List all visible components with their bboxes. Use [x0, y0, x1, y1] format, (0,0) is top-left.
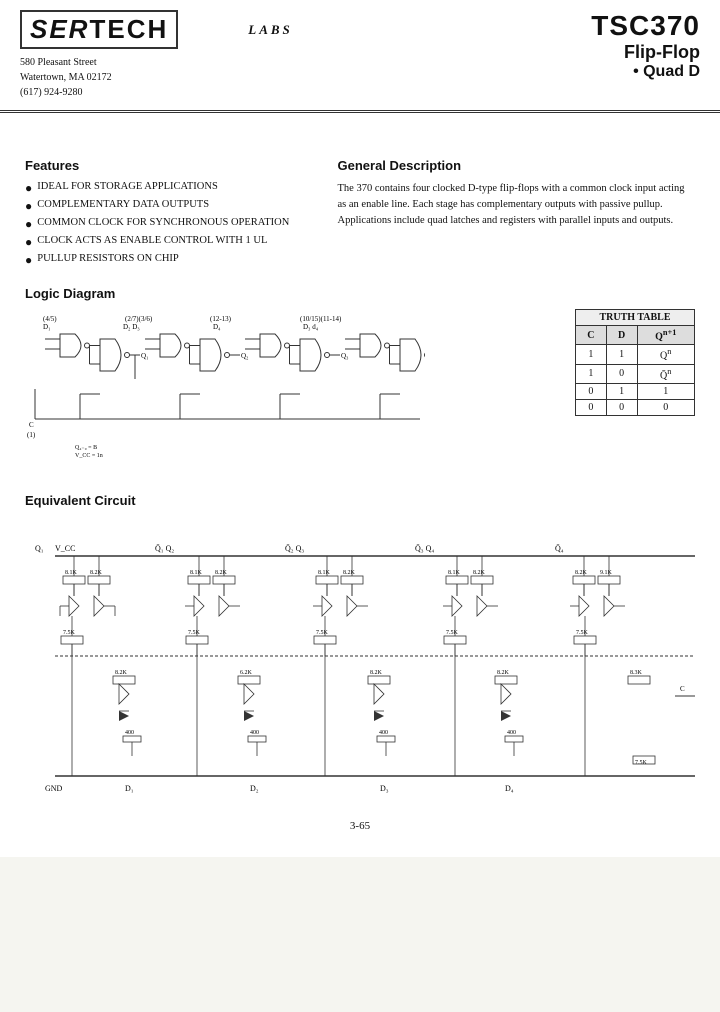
svg-text:400: 400 [379, 730, 388, 736]
tt-header-c: C [576, 326, 607, 345]
equiv-svg-wrap: Q₁ V_CC Q̄₁ Q₂ Q̄₂ Q₃ Q̄₃ Q₄ Q̄₄ GND D₁ … [25, 516, 695, 800]
features-title: Features [25, 158, 318, 173]
svg-text:8.2K: 8.2K [473, 570, 486, 576]
main-content: Features ●IDEAL FOR STORAGE APPLICATIONS… [0, 113, 720, 857]
part-number: TSC370 [591, 10, 700, 42]
svg-text:8.3K: 8.3K [630, 670, 643, 676]
truth-table: C D Qn+1 1 1 Qn 1 0 [575, 325, 695, 416]
description-text: The 370 contains four clocked D-type fli… [338, 181, 696, 228]
svg-text:GND: GND [45, 784, 63, 793]
svg-text:(12-13): (12-13) [210, 315, 232, 323]
equiv-circuit-svg: Q₁ V_CC Q̄₁ Q₂ Q̄₂ Q₃ Q̄₃ Q₄ Q̄₄ GND D₁ … [25, 516, 695, 796]
svg-text:Q₁: Q₁ [141, 352, 149, 360]
description-column: General Description The 370 contains fou… [338, 158, 696, 271]
logic-diagram-svg: (4/5) D₁ (2/7)(3/6) D₂ D₃ (12-13) D₄ (10… [25, 309, 425, 469]
svg-text:7.5K: 7.5K [635, 760, 648, 766]
svg-text:D₁: D₁ [125, 784, 134, 793]
svg-text:8.2K: 8.2K [575, 570, 588, 576]
svg-text:7.5K: 7.5K [446, 630, 459, 636]
features-description-row: Features ●IDEAL FOR STORAGE APPLICATIONS… [25, 158, 695, 271]
table-row: 0 1 1 [576, 383, 695, 399]
svg-text:V_CC: V_CC [55, 544, 75, 553]
svg-text:D₁: D₁ [43, 323, 51, 331]
equivalent-circuit-section: Equivalent Circuit Q₁ V_CC Q̄₁ Q₂ Q̄₂ Q₃… [25, 493, 695, 800]
list-item: ●CLOCK ACTS AS ENABLE CONTROL WITH 1 UL [25, 235, 318, 250]
logic-diagram-title: Logic Diagram [25, 286, 695, 301]
svg-text:Q₁: Q₁ [35, 544, 44, 553]
svg-text:8.2K: 8.2K [215, 570, 228, 576]
logo-area: SERTECH LABS 580 Pleasant Street Waterto… [20, 10, 293, 100]
svg-text:8.2K: 8.2K [370, 670, 383, 676]
company-address: 580 Pleasant Street Watertown, MA 02172 … [20, 55, 293, 100]
svg-text:7.5K: 7.5K [63, 630, 76, 636]
svg-text:7.5K: 7.5K [316, 630, 329, 636]
svg-text:8.1K: 8.1K [190, 570, 203, 576]
svg-text:8.2K: 8.2K [497, 670, 510, 676]
list-item: ●COMMON CLOCK FOR SYNCHRONOUS OPERATION [25, 217, 318, 232]
list-item: ●IDEAL FOR STORAGE APPLICATIONS [25, 181, 318, 196]
svg-text:6.2K: 6.2K [240, 670, 253, 676]
table-row: 1 1 Qn [576, 345, 695, 364]
svg-text:8.2K: 8.2K [115, 670, 128, 676]
diagram-area: (4/5) D₁ (2/7)(3/6) D₂ D₃ (12-13) D₄ (10… [25, 309, 695, 473]
part-info: TSC370 Flip-Flop • Quad D [591, 10, 700, 81]
svg-text:D₂ D₃: D₂ D₃ [123, 323, 140, 331]
truth-table-wrap: TRUTH TABLE C D Qn+1 1 1 Qn [575, 309, 695, 473]
svg-text:Q₄₋₀ = B: Q₄₋₀ = B [75, 445, 97, 451]
logic-svg-wrap: (4/5) D₁ (2/7)(3/6) D₂ D₃ (12-13) D₄ (10… [25, 309, 555, 473]
company-logo: SERTECH [20, 10, 178, 49]
svg-text:Q₂: Q₂ [241, 352, 249, 360]
svg-text:C: C [680, 685, 685, 693]
svg-text:8.1K: 8.1K [318, 570, 331, 576]
svg-text:(1): (1) [27, 431, 36, 439]
list-item: ●PULLUP RESISTORS ON CHIP [25, 253, 318, 268]
logic-diagram-section: Logic Diagram (4/5) D₁ (2/7)(3/6) D₂ D₃ … [25, 286, 695, 473]
svg-text:C: C [29, 421, 34, 429]
page-header: SERTECH LABS 580 Pleasant Street Waterto… [0, 0, 720, 113]
svg-text:7.5K: 7.5K [576, 630, 589, 636]
svg-text:D₂: D₂ [250, 784, 259, 793]
tt-header-q: Qn+1 [637, 326, 695, 345]
svg-text:Q̄₄: Q̄₄ [555, 544, 564, 553]
svg-text:400: 400 [250, 730, 259, 736]
list-item: ●COMPLEMENTARY DATA OUTPUTS [25, 199, 318, 214]
svg-text:9.1K: 9.1K [600, 570, 613, 576]
svg-text:D₄: D₄ [213, 323, 221, 331]
equivalent-circuit-title: Equivalent Circuit [25, 493, 695, 508]
truth-table-title: TRUTH TABLE [575, 309, 695, 325]
svg-text:8.2K: 8.2K [343, 570, 356, 576]
svg-text:D₃ d₄: D₃ d₄ [303, 323, 319, 331]
tt-header-d: D [606, 326, 637, 345]
description-title: General Description [338, 158, 696, 173]
part-type: Flip-Flop [591, 42, 700, 63]
svg-text:8.2K: 8.2K [90, 570, 103, 576]
features-list: ●IDEAL FOR STORAGE APPLICATIONS ●COMPLEM… [25, 181, 318, 268]
svg-text:Q̄₂ Q₃: Q̄₂ Q₃ [285, 544, 304, 553]
svg-text:(2/7)(3/6): (2/7)(3/6) [125, 315, 153, 323]
table-row: 0 0 0 [576, 399, 695, 415]
svg-text:400: 400 [507, 730, 516, 736]
svg-text:D₄: D₄ [505, 784, 514, 793]
svg-text:8.1K: 8.1K [448, 570, 461, 576]
svg-text:(4/5): (4/5) [43, 315, 57, 323]
svg-text:Q̄₃ Q₄: Q̄₃ Q₄ [415, 544, 434, 553]
svg-text:Q̄₁ Q₂: Q̄₁ Q₂ [155, 544, 174, 553]
svg-text:8.1K: 8.1K [65, 570, 78, 576]
labs-label: LABS [248, 22, 293, 38]
part-variant: • Quad D [591, 63, 700, 81]
svg-text:D₃: D₃ [380, 784, 389, 793]
table-row: 1 0 Q̄n [576, 364, 695, 383]
svg-text:400: 400 [125, 730, 134, 736]
svg-text:Q₃: Q₃ [341, 352, 349, 360]
svg-text:V_CC = 1n: V_CC = 1n [75, 453, 103, 459]
page-number: 3-65 [25, 820, 695, 842]
svg-text:7.5K: 7.5K [188, 630, 201, 636]
svg-text:(10/15)(11-14): (10/15)(11-14) [300, 315, 342, 323]
features-column: Features ●IDEAL FOR STORAGE APPLICATIONS… [25, 158, 318, 271]
